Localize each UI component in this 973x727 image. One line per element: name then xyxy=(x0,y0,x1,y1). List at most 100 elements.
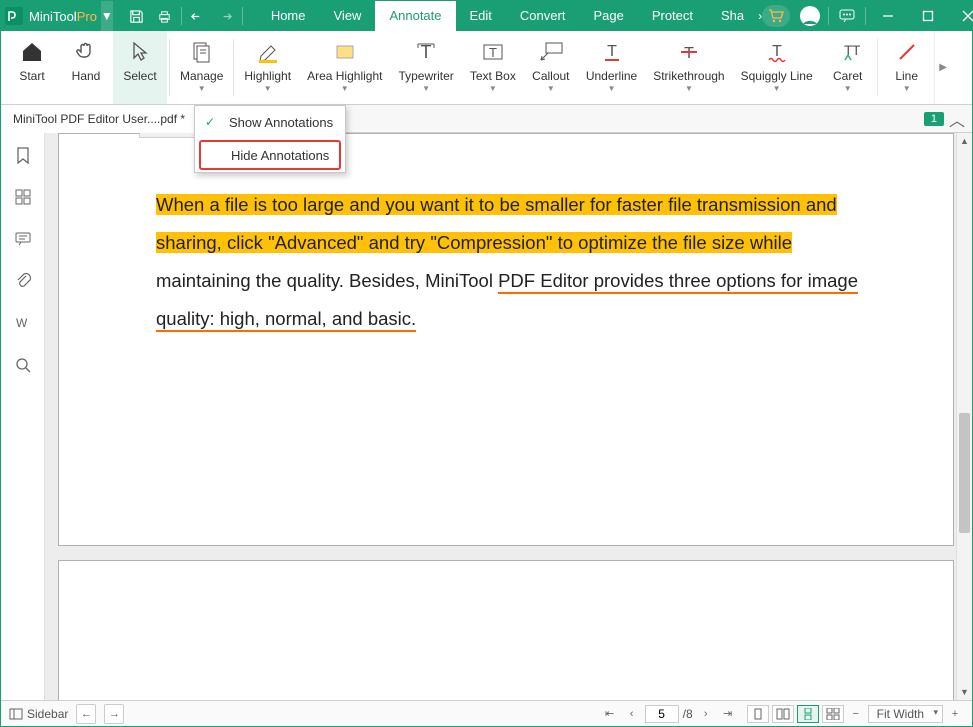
typewriter-icon: T xyxy=(414,37,438,67)
line-icon xyxy=(895,37,919,67)
strikethrough-icon: T xyxy=(677,37,701,67)
dropdown-icon: ▼ xyxy=(685,84,693,93)
svg-text:T: T xyxy=(684,45,694,62)
dropdown-icon: ▼ xyxy=(341,84,349,93)
page-text: When a file is too large and you want it… xyxy=(156,186,866,338)
search-icon[interactable] xyxy=(11,353,35,377)
next-view-button[interactable]: → xyxy=(104,704,124,724)
close-button[interactable] xyxy=(948,1,973,31)
status-bar: Sidebar ← → ⇤ ‹ /8 › ⇥ − Fit Width + xyxy=(1,700,972,726)
left-sidebar: W xyxy=(1,133,45,700)
collapse-ribbon-icon[interactable]: ︿ xyxy=(948,110,966,128)
menu-edit[interactable]: Edit xyxy=(456,1,506,31)
ribbon-caret[interactable]: TT Caret ▼ xyxy=(821,31,875,104)
document-viewport[interactable]: When a file is too large and you want it… xyxy=(45,133,972,700)
view-continuous-icon[interactable] xyxy=(797,705,819,723)
prev-page-button[interactable]: ‹ xyxy=(623,705,641,723)
home-icon xyxy=(20,37,44,67)
comments-icon[interactable] xyxy=(11,227,35,251)
ribbon-select[interactable]: Select xyxy=(113,31,167,104)
check-icon: ✓ xyxy=(205,115,215,129)
dropdown-icon: ▼ xyxy=(489,84,497,93)
scroll-down-icon[interactable]: ▼ xyxy=(957,684,972,700)
ribbon-area-highlight[interactable]: Area Highlight ▼ xyxy=(299,31,390,104)
text-box-icon: T xyxy=(481,37,505,67)
scroll-up-icon[interactable]: ▲ xyxy=(957,133,972,149)
ribbon-underline[interactable]: T Underline ▼ xyxy=(578,31,645,104)
dropdown-icon: ▼ xyxy=(773,84,781,93)
menu-show-annotations[interactable]: ✓ Show Annotations xyxy=(195,106,345,138)
pdf-page: When a file is too large and you want it… xyxy=(58,133,954,546)
menu-annotate[interactable]: Annotate xyxy=(375,1,455,31)
menu-hide-annotations[interactable]: Hide Annotations xyxy=(199,140,341,170)
user-icon[interactable] xyxy=(794,1,826,31)
save-icon[interactable] xyxy=(123,1,151,31)
prev-view-button[interactable]: ← xyxy=(76,704,96,724)
zoom-fit-dropdown[interactable]: Fit Width xyxy=(868,705,943,723)
ribbon-line[interactable]: Line ▼ xyxy=(880,31,934,104)
scrollbar-thumb[interactable] xyxy=(959,413,970,533)
ribbon-text-box[interactable]: T Text Box ▼ xyxy=(462,31,524,104)
ribbon-highlight[interactable]: Highlight ▼ xyxy=(236,31,299,104)
title-bar: MiniToolPro ▼ Home View Annotate Edit Co… xyxy=(1,1,972,31)
maximize-button[interactable] xyxy=(908,1,948,31)
menu-share[interactable]: Sha xyxy=(707,1,758,31)
ribbon-callout[interactable]: Callout ▼ xyxy=(524,31,578,104)
app-logo-icon xyxy=(5,3,23,29)
feedback-icon[interactable] xyxy=(831,1,863,31)
ribbon-hand[interactable]: Hand xyxy=(59,31,113,104)
ribbon-toolbar: Start Hand Select Manage ▼ Highlight ▼ A… xyxy=(1,31,972,105)
redo-icon[interactable] xyxy=(212,1,240,31)
view-two-page-icon[interactable] xyxy=(772,705,794,723)
zoom-out-button[interactable]: − xyxy=(847,705,865,723)
squiggly-icon: T xyxy=(765,37,789,67)
vertical-scrollbar[interactable]: ▲ ▼ xyxy=(956,133,972,700)
first-page-button[interactable]: ⇤ xyxy=(601,705,619,723)
dropdown-icon: ▼ xyxy=(264,84,272,93)
dropdown-icon: ▼ xyxy=(903,84,911,93)
menu-view[interactable]: View xyxy=(320,1,376,31)
undo-icon[interactable] xyxy=(184,1,212,31)
hand-icon xyxy=(74,37,98,67)
pdf-page: Merge & Split File Combination & Separat… xyxy=(58,560,954,700)
highlighted-text: When a file is too large and you want it… xyxy=(156,194,837,253)
svg-text:T: T xyxy=(607,43,617,60)
layers-icon[interactable]: W xyxy=(11,311,35,335)
dropdown-icon: ▼ xyxy=(198,84,206,93)
ribbon-overflow-icon[interactable]: ▶ xyxy=(934,31,952,104)
ribbon-start[interactable]: Start xyxy=(5,31,59,104)
manage-icon xyxy=(190,37,214,67)
last-page-button[interactable]: ⇥ xyxy=(719,705,737,723)
ribbon-typewriter[interactable]: T Typewriter ▼ xyxy=(390,31,461,104)
ribbon-strikethrough[interactable]: T Strikethrough ▼ xyxy=(645,31,732,104)
svg-text:T: T xyxy=(772,43,782,60)
notification-badge[interactable]: 1 xyxy=(924,112,944,126)
menu-home[interactable]: Home xyxy=(257,1,320,31)
svg-text:W: W xyxy=(16,316,28,330)
svg-text:T: T xyxy=(421,42,432,62)
view-single-page-icon[interactable] xyxy=(747,705,769,723)
menu-protect[interactable]: Protect xyxy=(638,1,707,31)
view-continuous-two-icon[interactable] xyxy=(822,705,844,723)
ribbon-manage[interactable]: Manage ▼ xyxy=(172,31,231,104)
thumbnails-icon[interactable] xyxy=(11,185,35,209)
menu-convert[interactable]: Convert xyxy=(506,1,580,31)
cart-icon[interactable] xyxy=(762,5,790,27)
zoom-in-button[interactable]: + xyxy=(946,705,964,723)
manage-dropdown-menu: ✓ Show Annotations Hide Annotations xyxy=(194,105,346,173)
bookmarks-icon[interactable] xyxy=(11,143,35,167)
page-total: /8 xyxy=(683,707,693,721)
menu-page[interactable]: Page xyxy=(579,1,637,31)
attachments-icon[interactable] xyxy=(11,269,35,293)
next-page-button[interactable]: › xyxy=(697,705,715,723)
app-name: MiniToolPro xyxy=(29,9,97,24)
ribbon-squiggly-line[interactable]: T Squiggly Line ▼ xyxy=(733,31,821,104)
page-number-input[interactable] xyxy=(645,705,679,723)
document-tab[interactable]: MiniTool PDF Editor User....pdf * xyxy=(1,105,198,133)
dropdown-icon: ▼ xyxy=(844,84,852,93)
dropdown-icon: ▼ xyxy=(422,84,430,93)
app-menu-dropdown[interactable]: ▼ xyxy=(101,1,113,31)
sidebar-toggle-icon[interactable]: Sidebar xyxy=(9,707,68,721)
print-icon[interactable] xyxy=(151,1,179,31)
minimize-button[interactable] xyxy=(868,1,908,31)
